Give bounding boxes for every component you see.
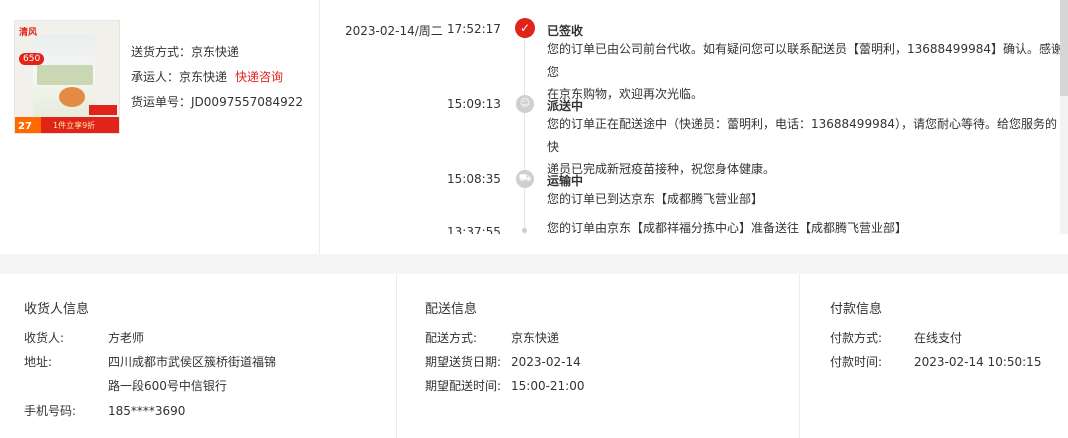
receiver-phone-label: 手机号码: bbox=[24, 404, 77, 418]
delivery-time-row: 期望配送时间: 15:00-21:00 bbox=[425, 377, 585, 394]
delivery-info: 配送信息 配送方式: 京东快递 期望送货日期: 2023-02-14 期望配送时间:… bbox=[397, 274, 800, 438]
event-time: 17:52:17 bbox=[447, 22, 501, 36]
timeline-date: 2023-02-14/周二 bbox=[345, 24, 443, 38]
timeline-scrollbar[interactable] bbox=[1060, 0, 1068, 234]
payment-time-label: 付款时间: bbox=[830, 355, 883, 369]
delivery-date-row: 期望送货日期: 2023-02-14 bbox=[425, 353, 581, 370]
event-desc-line: 您的订单已到达京东【成都腾飞营业部】 bbox=[547, 192, 764, 206]
event-desc-line: 您的订单已由公司前台代收。如有疑问您可以联系配送员【蕾明利，1368849998… bbox=[547, 42, 1063, 79]
ship-method-value: 京东快递 bbox=[191, 45, 240, 59]
receiver-address-row: 地址: 四川成都市武侯区簇桥街道福锦 bbox=[24, 353, 276, 370]
payment-info: 付款信息 付款方式: 在线支付 付款时间: 2023-02-14 10:50:15 bbox=[800, 274, 1068, 438]
tracking-label: 货运单号： bbox=[131, 95, 192, 109]
carrier-label: 承运人： bbox=[131, 70, 180, 84]
tracking-value: JD0097557084922 bbox=[191, 95, 304, 109]
event-desc-line: 您的订单正在配送途中（快递员：蕾明利，电话：13688499984），请您耐心等… bbox=[547, 117, 1057, 154]
truck-icon: ⛟ bbox=[516, 170, 534, 188]
shipment-summary: 清风 650 27 1件立享9折 送货方式：京东快递 承运人：京东快递 快递咨询 … bbox=[0, 0, 320, 254]
payment-method-row: 付款方式: 在线支付 bbox=[830, 329, 962, 346]
payment-time-row: 付款时间: 2023-02-14 10:50:15 bbox=[830, 353, 1041, 370]
receiver-address-row2: 路一段600号中信银行 bbox=[108, 377, 227, 394]
delivery-date-value: 2023-02-14 bbox=[511, 355, 581, 369]
payment-time-value: 2023-02-14 10:50:15 bbox=[914, 355, 1042, 369]
package-band bbox=[37, 65, 93, 85]
timeline-line bbox=[524, 30, 525, 234]
product-thumbnail[interactable]: 清风 650 27 1件立享9折 bbox=[14, 20, 120, 134]
delivery-time-label: 期望配送时间: bbox=[425, 379, 502, 393]
event-desc-line: 您的订单由京东【成都祥福分拣中心】准备送往【成都腾飞营业部】 bbox=[547, 221, 908, 234]
section-divider bbox=[0, 254, 1068, 274]
event-status: 派送中 bbox=[547, 99, 584, 113]
tracking-timeline[interactable]: 2023-02-14/周二 17:52:17 ✓ 已签收 您的订单已由公司前台代… bbox=[320, 0, 1068, 234]
order-info-panel: 收货人信息 收货人: 方老师 地址: 四川成都市武侯区簇桥街道福锦 路一段600号中… bbox=[0, 274, 1068, 438]
delivery-title: 配送信息 bbox=[425, 302, 478, 317]
event-desc: 您的订单由京东【成都祥福分拣中心】准备送往【成都腾飞营业部】 bbox=[547, 217, 1067, 234]
receiver-name-value: 方老师 bbox=[108, 331, 145, 345]
receiver-address-label: 地址: bbox=[24, 355, 53, 369]
event-desc-line: 在京东购物，欢迎再次光临。 bbox=[547, 87, 704, 101]
receiver-name-row: 收货人: 方老师 bbox=[24, 329, 144, 346]
payment-method-value: 在线支付 bbox=[914, 331, 963, 345]
event-time: 13:37:55 bbox=[447, 225, 501, 234]
event-desc-line: 递员已完成新冠疫苗接种，祝您身体健康。 bbox=[547, 162, 776, 176]
courier-icon: ☺ bbox=[516, 95, 534, 113]
promo-text: 1件立享9折 bbox=[53, 121, 96, 130]
carrier-row: 承运人：京东快递 快递咨询 bbox=[131, 68, 283, 85]
thumbnail-chip: 650 bbox=[19, 53, 45, 65]
delivery-method-label: 配送方式: bbox=[425, 331, 478, 345]
receiver-phone-row: 手机号码: 185****3690 bbox=[24, 402, 185, 419]
promo-ribbon bbox=[89, 105, 117, 115]
event-desc: 您的订单已由公司前台代收。如有疑问您可以联系配送员【蕾明利，1368849998… bbox=[547, 38, 1067, 106]
timeline-bottom-mask bbox=[320, 234, 1068, 254]
receiver-title: 收货人信息 bbox=[24, 302, 90, 317]
carrier-value: 京东快递 bbox=[179, 70, 228, 84]
delivery-method-row: 配送方式: 京东快递 bbox=[425, 329, 559, 346]
courier-consult-link[interactable]: 快递咨询 bbox=[235, 70, 283, 84]
tracking-row: 货运单号：JD0097557084922 bbox=[131, 93, 303, 110]
timeline-scroll-thumb[interactable] bbox=[1060, 0, 1068, 96]
timeline-dot bbox=[522, 228, 527, 233]
check-icon: ✓ bbox=[515, 18, 535, 38]
event-status: 已签收 bbox=[547, 24, 584, 38]
event-time: 15:08:35 bbox=[447, 172, 501, 186]
delivery-method-value: 京东快递 bbox=[511, 331, 560, 345]
event-status: 运输中 bbox=[547, 174, 584, 188]
event-desc: 您的订单正在配送途中（快递员：蕾明利，电话：13688499984），请您耐心等… bbox=[547, 113, 1067, 181]
receiver-address-line2: 路一段600号中信银行 bbox=[108, 379, 227, 393]
promo-price: 27 bbox=[18, 121, 32, 132]
delivery-time-value: 15:00-21:00 bbox=[511, 379, 585, 393]
payment-method-label: 付款方式: bbox=[830, 331, 883, 345]
event-time: 15:09:13 bbox=[447, 97, 501, 111]
shipment-panel: 清风 650 27 1件立享9折 送货方式：京东快递 承运人：京东快递 快递咨询 … bbox=[0, 0, 1068, 254]
delivery-date-label: 期望送货日期: bbox=[425, 355, 502, 369]
ship-method-row: 送货方式：京东快递 bbox=[131, 43, 239, 60]
receiver-phone-value: 185****3690 bbox=[108, 404, 186, 418]
receiver-address-line1: 四川成都市武侯区簇桥街道福锦 bbox=[108, 355, 277, 369]
payment-title: 付款信息 bbox=[830, 302, 883, 317]
receiver-info: 收货人信息 收货人: 方老师 地址: 四川成都市武侯区簇桥街道福锦 路一段600号中… bbox=[0, 274, 397, 438]
receiver-name-label: 收货人: bbox=[24, 331, 65, 345]
package-fruit bbox=[59, 87, 85, 107]
event-desc: 您的订单已到达京东【成都腾飞营业部】 bbox=[547, 188, 1067, 211]
ship-method-label: 送货方式： bbox=[131, 45, 192, 59]
thumbnail-brand: 清风 bbox=[19, 28, 38, 38]
